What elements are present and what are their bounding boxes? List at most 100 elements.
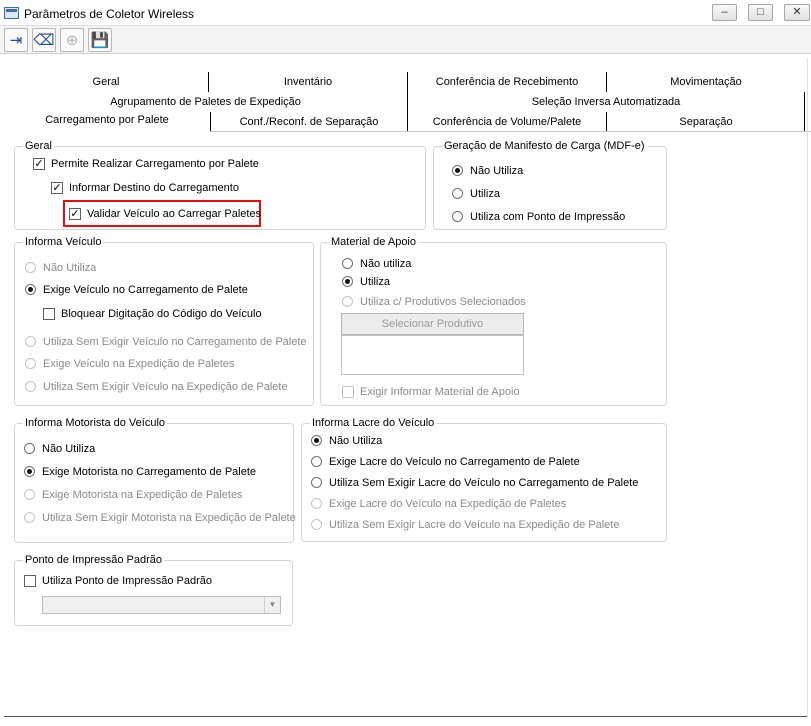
informa-motorista-legend: Informa Motorista do Veículo (23, 417, 168, 429)
tab-separator (804, 92, 805, 112)
radio-unselected (25, 262, 36, 273)
tab-conferencia-recebimento[interactable]: Conferência de Recebimento (408, 72, 606, 92)
mdfe-utiliza-label: Utiliza (470, 188, 500, 200)
selecionar-produtivo-button[interactable]: Selecionar Produtivo (341, 313, 524, 335)
geral-group: Geral ✓ Permite Realizar Carregamento po… (14, 140, 426, 230)
radio-unselected (342, 258, 353, 269)
checkbox-checked: ✓ (51, 182, 63, 194)
geral-legend: Geral (23, 140, 54, 152)
window-title: Parâmetros de Coletor Wireless (24, 7, 195, 21)
radio-unselected (311, 477, 322, 488)
right-border (807, 58, 808, 718)
exit-icon: ⇥ (9, 32, 23, 49)
tab-carregamento-palete[interactable]: Carregamento por Palete (4, 110, 210, 130)
close-button[interactable]: ✕ (784, 4, 810, 21)
validar-veiculo-label: Validar Veículo ao Carregar Paletes (87, 208, 262, 220)
veiculo-nao-utiliza-label: Não Utiliza (43, 262, 97, 274)
ponto-impressao-legend: Ponto de Impressão Padrão (23, 554, 164, 566)
save-icon: 💾 (90, 32, 110, 49)
motorista-nao-utiliza-label: Não Utiliza (42, 443, 96, 455)
checkbox-checked: ✓ (33, 158, 45, 170)
radio-unselected (25, 358, 36, 369)
radio-selected (24, 466, 35, 477)
add-icon: ⊕ (65, 32, 79, 49)
tab-separacao[interactable]: Separação (607, 112, 805, 132)
radio-unselected (25, 336, 36, 347)
radio-unselected (311, 498, 322, 509)
tab-underline (210, 131, 811, 132)
lacre-exige-expedicao-label: Exige Lacre do Veículo na Expedição de P… (329, 498, 567, 510)
informa-lacre-legend: Informa Lacre do Veículo (310, 417, 437, 429)
veiculo-exige-carregamento-label: Exige Veículo no Carregamento de Palete (43, 284, 248, 296)
checkbox-unchecked (43, 308, 55, 320)
lacre-sem-exigir-expedicao-label: Utiliza Sem Exigir Lacre do Veículo na E… (329, 519, 620, 531)
radio-unselected (311, 519, 322, 530)
app-window-icon (4, 7, 19, 19)
checkbox-checked: ✓ (69, 208, 81, 220)
veiculo-sem-exigir-expedicao-label: Utiliza Sem Exigir Veículo na Expedição … (43, 381, 288, 393)
add-button[interactable]: ⊕ (60, 28, 84, 52)
radio-unselected (452, 188, 463, 199)
material-nao-utiliza-label: Não utiliza (360, 258, 412, 270)
tab-strip: Geral Inventário Conferência de Recebime… (0, 66, 811, 132)
bloquear-digitacao-label: Bloquear Digitação do Código do Veículo (61, 308, 262, 320)
chevron-down-icon: ▼ (264, 597, 280, 613)
minimize-button[interactable]: – (712, 4, 737, 21)
title-bar: Parâmetros de Coletor Wireless – □ ✕ (0, 0, 811, 26)
informa-motorista-group: Informa Motorista do Veículo Não Utiliza… (14, 417, 296, 543)
veiculo-exige-expedicao-label: Exige Veículo na Expedição de Paletes (43, 358, 235, 370)
radio-unselected (24, 443, 35, 454)
informa-veiculo-group: Informa Veículo Não Utiliza Exige Veícul… (14, 236, 314, 406)
radio-selected (342, 276, 353, 287)
tab-agrupamento-paletes[interactable]: Agrupamento de Paletes de Expedição (4, 92, 407, 112)
lacre-sem-exigir-carregamento-label: Utiliza Sem Exigir Lacre do Veículo no C… (329, 477, 639, 489)
ponto-impressao-group: Ponto de Impressão Padrão Utiliza Ponto … (14, 554, 293, 626)
informa-lacre-group: Informa Lacre do Veículo Não Utiliza Exi… (301, 417, 667, 542)
checkbox-unchecked (342, 386, 354, 398)
utiliza-ponto-impressao-label: Utiliza Ponto de Impressão Padrão (42, 575, 212, 587)
radio-unselected (311, 456, 322, 467)
radio-selected (311, 435, 322, 446)
tab-selecao-inversa[interactable]: Seleção Inversa Automatizada (408, 92, 804, 112)
material-apoio-group: Material de Apoio Não utiliza Utiliza Ut… (320, 236, 667, 406)
tab-movimentacao[interactable]: Movimentação (607, 72, 805, 92)
material-produtivos-label: Utiliza c/ Produtivos Selecionados (360, 296, 526, 308)
toolbar: ⇥ ⌫ ⊕ 💾 (0, 26, 811, 54)
mdfe-nao-utiliza-label: Não Utiliza (470, 165, 524, 177)
radio-unselected (25, 381, 36, 392)
informa-veiculo-legend: Informa Veículo (23, 236, 104, 248)
clear-button[interactable]: ⌫ (32, 28, 56, 52)
radio-selected (25, 284, 36, 295)
mdfe-legend: Geração de Manifesto de Carga (MDF-e) (442, 140, 647, 152)
radio-selected (452, 165, 463, 176)
permite-carregamento-label: Permite Realizar Carregamento por Palete (51, 158, 259, 170)
ponto-impressao-select[interactable]: ▼ (42, 596, 281, 614)
motorista-sem-exigir-expedicao-label: Utiliza Sem Exigir Motorista na Expediçã… (42, 512, 296, 524)
save-button[interactable]: 💾 (88, 28, 112, 52)
lacre-nao-utiliza-label: Não Utiliza (329, 435, 383, 447)
exigir-material-label: Exigir Informar Material de Apoio (360, 386, 520, 398)
material-utiliza-label: Utiliza (360, 276, 390, 288)
radio-unselected (24, 489, 35, 500)
informar-destino-label: Informar Destino do Carregamento (69, 182, 239, 194)
checkbox-unchecked (24, 575, 36, 587)
exit-button[interactable]: ⇥ (4, 28, 28, 52)
motorista-exige-carregamento-label: Exige Motorista no Carregamento de Palet… (42, 466, 257, 478)
tab-geral[interactable]: Geral (4, 72, 208, 92)
radio-unselected (24, 512, 35, 523)
bottom-border (4, 716, 807, 717)
tab-conf-reconf-separacao[interactable]: Conf./Reconf. de Separação (211, 112, 407, 132)
radio-unselected (342, 296, 353, 307)
produtivos-listbox[interactable] (341, 335, 524, 375)
veiculo-sem-exigir-carregamento-label: Utiliza Sem Exigir Veículo no Carregamen… (43, 336, 307, 348)
tab-inventario[interactable]: Inventário (209, 72, 407, 92)
material-apoio-legend: Material de Apoio (329, 236, 418, 248)
motorista-exige-expedicao-label: Exige Motorista na Expedição de Paletes (42, 489, 243, 501)
lacre-exige-carregamento-label: Exige Lacre do Veículo no Carregamento d… (329, 456, 580, 468)
tab-conferencia-volume[interactable]: Conferência de Volume/Palete (408, 112, 606, 132)
mdfe-group: Geração de Manifesto de Carga (MDF-e) Nã… (433, 140, 667, 230)
eraser-icon: ⌫ (33, 32, 55, 49)
mdfe-utiliza-ponto-label: Utiliza com Ponto de Impressão (470, 211, 626, 223)
maximize-button[interactable]: □ (748, 4, 773, 21)
radio-unselected (452, 211, 463, 222)
